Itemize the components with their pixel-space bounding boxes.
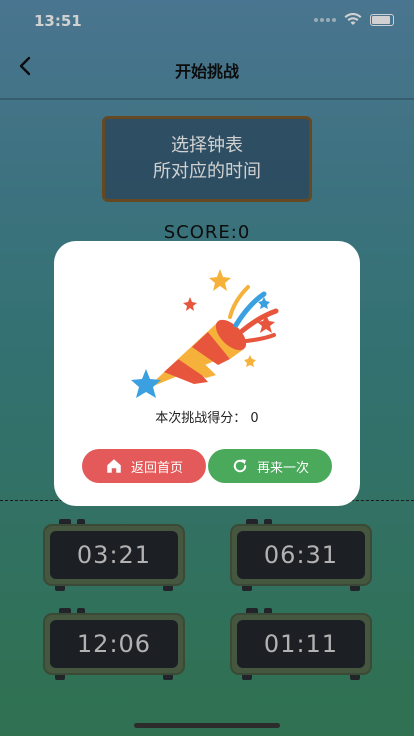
party-popper-icon: [131, 269, 279, 398]
home-button[interactable]: 返回首页: [82, 449, 206, 483]
result-modal: 本次挑战得分： 0 返回首页 再来一次: [54, 241, 360, 506]
home-indicator: [134, 723, 280, 728]
retry-button-label: 再来一次: [256, 460, 309, 476]
refresh-icon: [233, 459, 247, 473]
result-score-text: 本次挑战得分： 0: [155, 411, 259, 426]
retry-button[interactable]: 再来一次: [208, 449, 332, 483]
home-button-label: 返回首页: [130, 460, 183, 476]
home-icon: [107, 459, 121, 473]
